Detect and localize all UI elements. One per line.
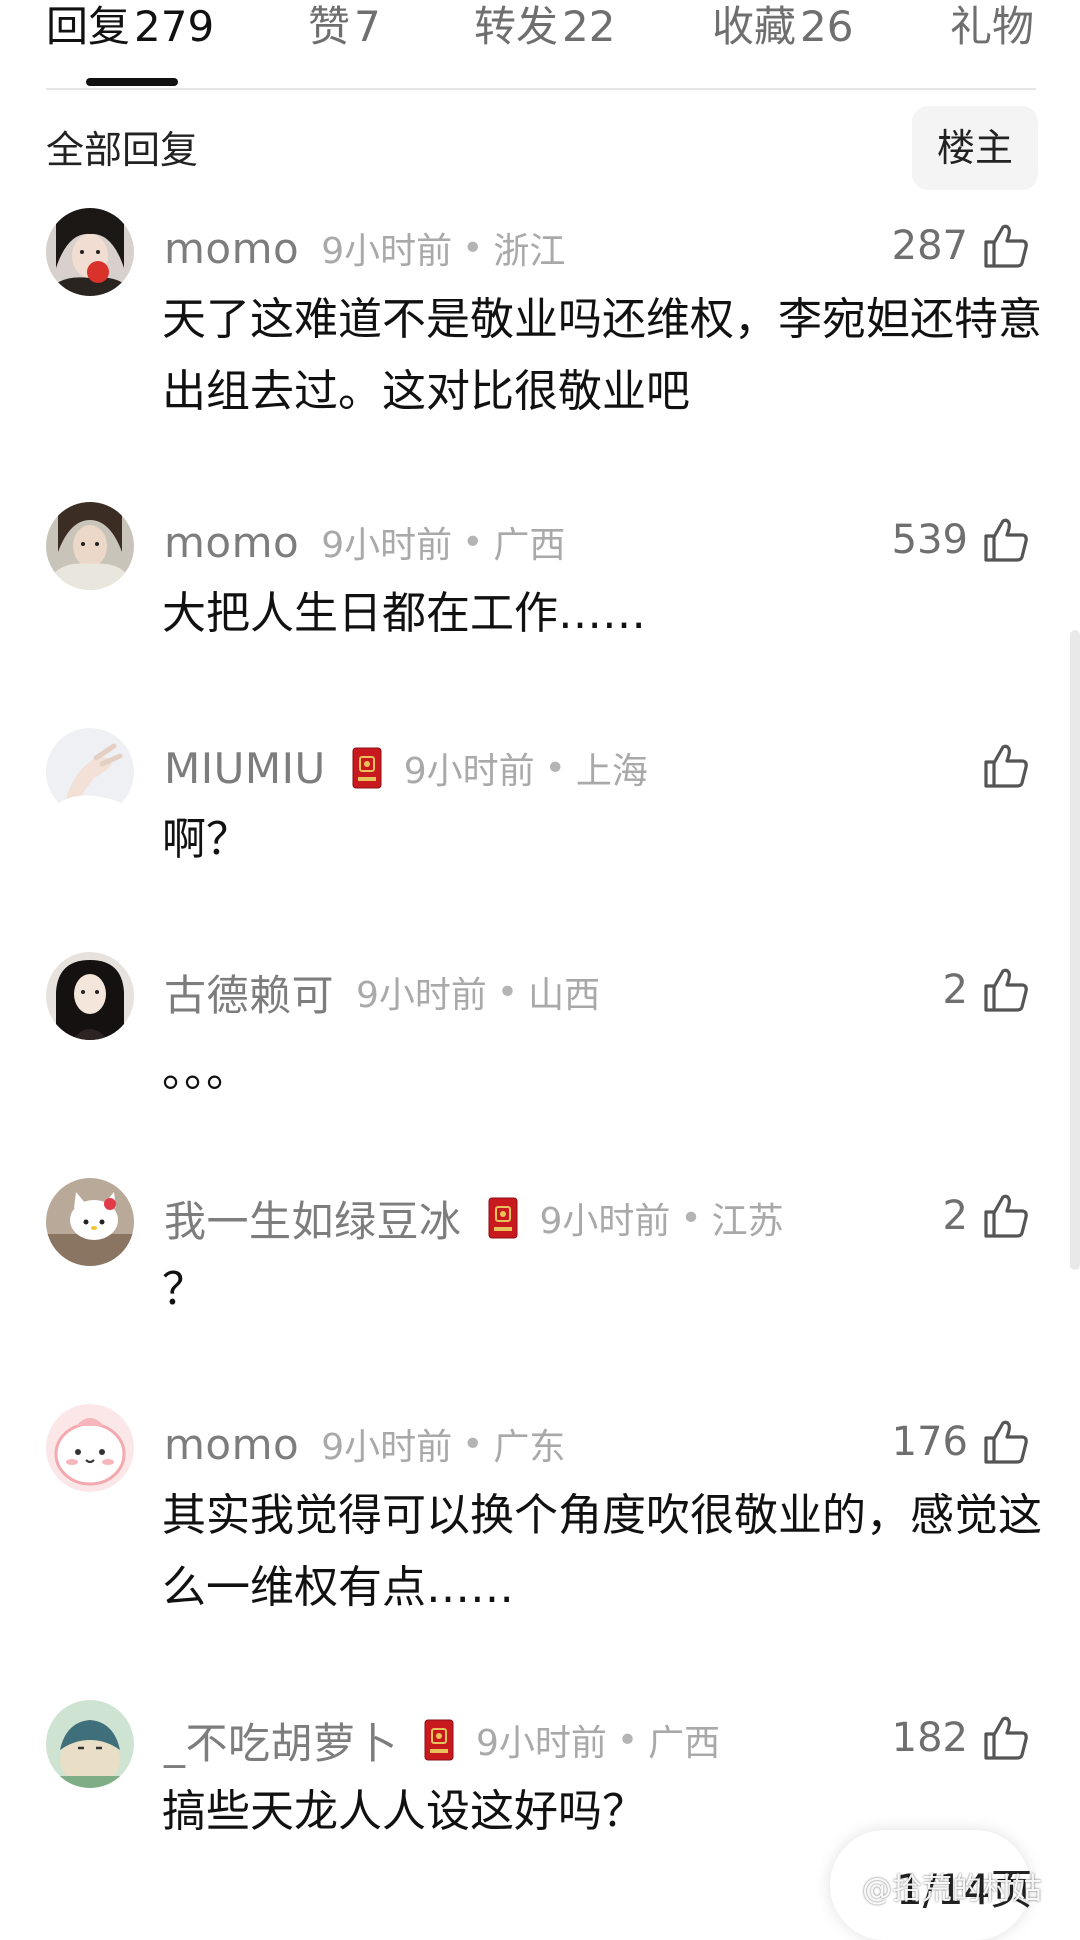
username[interactable]: _不吃胡萝卜 — [164, 1710, 398, 1771]
comment-meta: MIUMIU 9小时前 • 上海 — [164, 738, 648, 798]
comment-time: 9小时前 — [321, 525, 453, 566]
all-replies-heading: 全部回复 — [46, 128, 199, 172]
avatar-girl-scarf-icon[interactable] — [46, 502, 134, 590]
tab-bar: 回复279 赞7 转发22 收藏26 礼物 — [46, 0, 1036, 90]
thumbs-up-icon — [984, 968, 1028, 1012]
comment-meta: 我一生如绿豆冰 9小时前 • 江苏 — [164, 1188, 784, 1248]
avatar-hand-icon[interactable] — [46, 728, 134, 816]
avatar-girl-dark-hair-icon[interactable] — [46, 952, 134, 1040]
like-count: 182 — [891, 1715, 968, 1761]
comment-meta: momo 9小时前 • 广东 — [164, 1414, 565, 1474]
thumbs-up-icon — [984, 744, 1028, 788]
thumbs-up-icon — [984, 1420, 1028, 1464]
avatar-girl-with-apple-icon[interactable] — [46, 208, 134, 296]
like-count: 2 — [942, 967, 968, 1013]
like-button[interactable]: 2 — [943, 960, 1030, 1020]
tab-replies-label: 回复 — [46, 2, 131, 51]
tab-likes[interactable]: 赞7 — [308, 2, 381, 52]
tab-likes-count: 7 — [354, 2, 381, 51]
avatar-hello-kitty-icon[interactable] — [46, 1178, 134, 1266]
comment-time: 9小时前 — [539, 1201, 671, 1242]
tab-favorites-label: 收藏 — [712, 2, 797, 51]
comment-region: 浙江 — [493, 231, 566, 272]
comment-text: 天了这难道不是敬业吗还维权，李宛妲还特意出组去过。这对比很敬业吧 — [162, 294, 1042, 417]
comment-meta: momo 9小时前 • 广西 — [164, 512, 565, 572]
avatar-snorlax-icon[interactable] — [46, 1700, 134, 1788]
username[interactable]: MIUMIU — [164, 744, 326, 793]
username[interactable]: momo — [164, 224, 299, 273]
red-envelope-badge-icon — [424, 1719, 454, 1761]
comment-meta: momo 9小时前 • 浙江 — [164, 218, 565, 278]
thumbs-up-icon — [984, 1716, 1028, 1760]
comment-meta: _不吃胡萝卜 9小时前 • 广西 — [164, 1710, 720, 1770]
thumbs-up-icon — [984, 1194, 1028, 1238]
like-button[interactable]: 182 — [892, 1708, 1030, 1768]
tab-replies[interactable]: 回复279 — [46, 2, 214, 52]
meta-separator: • — [462, 227, 484, 269]
like-count: 176 — [891, 1419, 968, 1465]
like-button[interactable]: 2 — [943, 1186, 1030, 1246]
comment-region: 江苏 — [711, 1201, 784, 1242]
scrollbar[interactable] — [1070, 630, 1080, 1270]
comment-time: 9小时前 — [321, 1427, 453, 1468]
thumbs-up-icon — [984, 518, 1028, 562]
meta-separator: • — [616, 1719, 639, 1761]
tab-gifts[interactable]: 礼物 — [950, 2, 1034, 52]
watermark: @拾荒的村姑 — [862, 1872, 1042, 1907]
like-count: 287 — [891, 223, 968, 269]
username[interactable]: momo — [164, 518, 299, 567]
tab-gifts-label: 礼物 — [950, 2, 1035, 51]
tab-likes-label: 赞 — [308, 2, 351, 51]
tab-favorites-count: 26 — [800, 2, 854, 51]
comment-text: 其实我觉得可以换个角度吹很敬业的，感觉这么一维权有点…… — [162, 1490, 1042, 1613]
like-button[interactable]: 539 — [892, 510, 1030, 570]
comment-text: 大把人生日都在工作…… — [162, 588, 646, 639]
meta-separator: • — [462, 1423, 484, 1465]
username[interactable]: momo — [164, 1420, 299, 1469]
tab-reposts[interactable]: 转发22 — [474, 2, 615, 52]
thumbs-up-icon — [984, 224, 1028, 268]
tab-active-indicator — [86, 78, 178, 86]
tab-favorites[interactable]: 收藏26 — [712, 2, 853, 52]
comment-region: 广东 — [493, 1427, 566, 1468]
username[interactable]: 我一生如绿豆冰 — [164, 1188, 462, 1249]
comment-time: 9小时前 — [321, 231, 453, 272]
meta-separator: • — [496, 971, 519, 1013]
tab-replies-count: 279 — [134, 2, 215, 51]
comment-time: 9小时前 — [403, 751, 535, 792]
comment-text: ？ — [162, 1264, 206, 1315]
comment-text: 啊？ — [162, 814, 250, 865]
tab-reposts-count: 22 — [562, 2, 616, 51]
comment-text: 。。。 — [162, 1046, 250, 1097]
tab-reposts-label: 转发 — [474, 2, 559, 51]
comment-region: 上海 — [575, 751, 648, 792]
avatar-pink-cartoon-icon[interactable] — [46, 1404, 134, 1492]
meta-separator: • — [544, 747, 566, 789]
comment-region: 山西 — [528, 975, 601, 1016]
username[interactable]: 古德赖可 — [164, 962, 334, 1023]
like-count: 2 — [942, 1193, 968, 1239]
meta-separator: • — [680, 1197, 702, 1239]
red-envelope-badge-icon — [352, 747, 382, 789]
red-envelope-badge-icon — [488, 1197, 518, 1239]
like-button[interactable] — [968, 736, 1030, 796]
comment-time: 9小时前 — [356, 975, 487, 1016]
meta-separator: • — [462, 521, 484, 563]
comment-time: 9小时前 — [476, 1723, 607, 1764]
like-button[interactable]: 176 — [892, 1412, 1030, 1472]
op-filter-button[interactable]: 楼主 — [912, 106, 1038, 190]
comment-region: 广西 — [493, 525, 566, 566]
like-count: 539 — [891, 517, 968, 563]
comment-meta: 古德赖可 9小时前 • 山西 — [164, 962, 600, 1022]
comment-region: 广西 — [648, 1723, 721, 1764]
like-button[interactable]: 287 — [892, 216, 1030, 276]
